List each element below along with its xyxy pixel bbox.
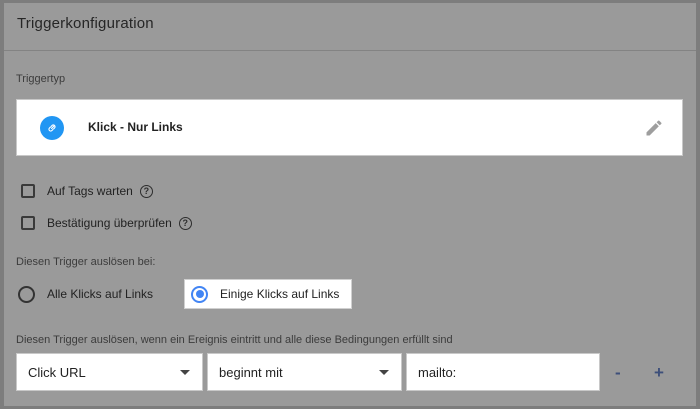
check-validation-option[interactable]: Bestätigung überprüfen ? (21, 213, 192, 233)
condition-value-text: mailto: (418, 365, 457, 380)
some-link-clicks-option[interactable]: Einige Klicks auf Links (184, 279, 352, 309)
remove-condition-button[interactable]: - (615, 363, 621, 383)
condition-operator-select[interactable]: beginnt mit (207, 353, 402, 391)
trigger-configuration-panel: Triggerkonfiguration Triggertyp Klick - … (0, 0, 700, 409)
all-link-clicks-radio[interactable] (18, 285, 35, 303)
add-condition-button[interactable]: + (654, 363, 664, 383)
wait-for-tags-label: Auf Tags warten (47, 184, 133, 198)
chevron-down-icon (379, 370, 389, 375)
some-link-clicks-radio[interactable] (191, 285, 208, 303)
condition-variable-value: Click URL (28, 365, 86, 380)
conditions-label: Diesen Trigger auslösen, wenn ein Ereign… (16, 334, 453, 346)
chevron-down-icon (180, 370, 190, 375)
header-divider (4, 50, 696, 51)
condition-value-input[interactable]: mailto: (406, 353, 600, 391)
check-validation-checkbox[interactable] (21, 216, 35, 230)
wait-for-tags-option[interactable]: Auf Tags warten ? (21, 181, 153, 201)
pencil-icon[interactable] (644, 118, 664, 138)
condition-operator-value: beginnt mit (219, 365, 283, 380)
help-icon[interactable]: ? (139, 184, 153, 198)
all-link-clicks-label: Alle Klicks auf Links (47, 287, 154, 301)
panel-title: Triggerkonfiguration (17, 15, 154, 32)
link-icon (40, 116, 64, 140)
trigger-type-name: Klick - Nur Links (88, 120, 183, 134)
all-link-clicks-option[interactable]: Alle Klicks auf Links (18, 283, 153, 305)
some-link-clicks-label: Einige Klicks auf Links (220, 287, 340, 301)
condition-variable-select[interactable]: Click URL (16, 353, 203, 391)
trigger-type-card[interactable]: Klick - Nur Links (16, 99, 683, 156)
fire-on-label: Diesen Trigger auslösen bei: (16, 256, 156, 268)
check-validation-label: Bestätigung überprüfen (47, 216, 172, 230)
help-icon[interactable]: ? (178, 216, 192, 230)
wait-for-tags-checkbox[interactable] (21, 184, 35, 198)
trigger-type-label: Triggertyp (16, 73, 66, 85)
